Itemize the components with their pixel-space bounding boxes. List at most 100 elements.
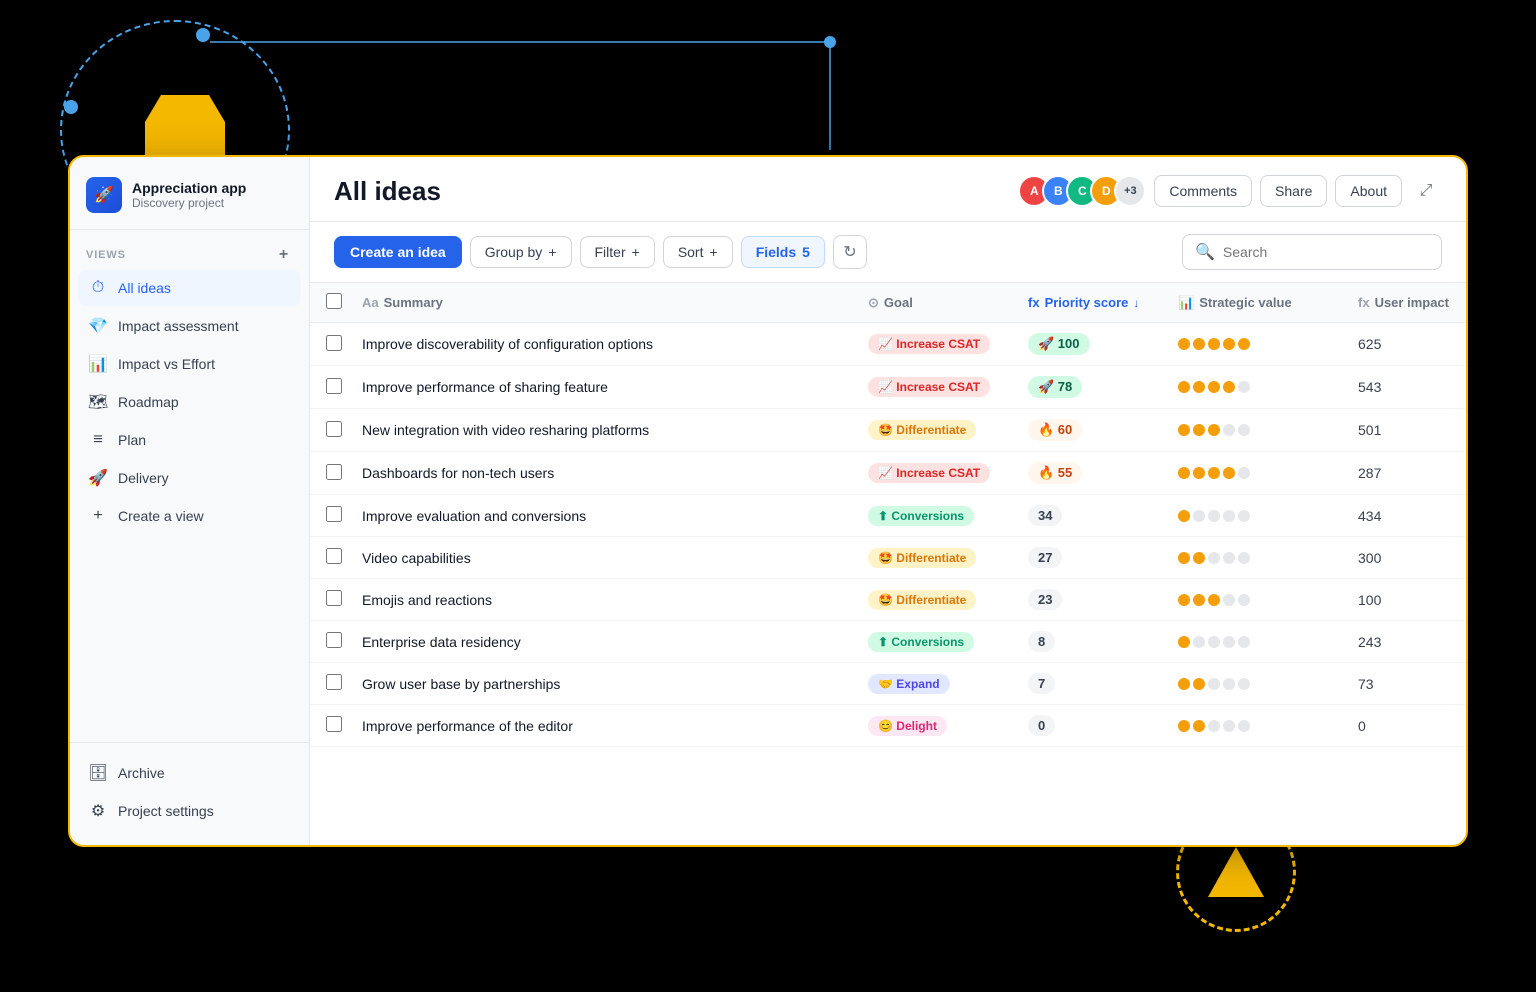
comments-button[interactable]: Comments (1154, 175, 1252, 207)
sidebar-item-delivery[interactable]: 🚀 Delivery (78, 460, 301, 496)
dot (1208, 424, 1220, 436)
dot (1208, 720, 1220, 732)
row-checkbox-6[interactable] (326, 590, 342, 606)
sidebar-label-archive: Archive (118, 765, 165, 781)
impact-effort-icon: 📊 (88, 354, 108, 374)
fields-button[interactable]: Fields 5 (741, 236, 825, 268)
summary-col-icon: Aa (362, 295, 379, 310)
row-summary-0[interactable]: Improve discoverability of configuration… (350, 323, 856, 366)
priority-badge: 🚀 78 (1028, 376, 1082, 398)
expand-button[interactable]: ⤢ (1410, 175, 1442, 207)
row-summary-7[interactable]: Enterprise data residency (350, 621, 856, 663)
row-summary-1[interactable]: Improve performance of sharing feature (350, 366, 856, 409)
create-idea-button[interactable]: Create an idea (334, 236, 462, 268)
dot (1223, 510, 1235, 522)
impact-col-icon: fx (1358, 295, 1370, 310)
row-priority-7: 8 (1016, 621, 1166, 663)
add-view-button[interactable]: + (275, 246, 293, 264)
page-title: All ideas (334, 176, 441, 207)
row-summary-8[interactable]: Grow user base by partnerships (350, 663, 856, 705)
col-impact-header[interactable]: fx User impact (1346, 283, 1466, 323)
sidebar-item-impact-assessment[interactable]: 💎 Impact assessment (78, 308, 301, 344)
sort-indicator: ↓ (1133, 296, 1139, 310)
col-priority-header[interactable]: fx Priority score ↓ (1016, 283, 1166, 323)
sidebar-bottom: 🗄 Archive ⚙ Project settings (70, 742, 309, 845)
sidebar-item-all-ideas[interactable]: ⏱ All ideas (78, 270, 301, 306)
main-header: All ideas A B C D +3 Comments Share Abou… (310, 157, 1466, 222)
row-checkbox-9[interactable] (326, 716, 342, 732)
dot (1178, 552, 1190, 564)
goal-badge: 🤩 Differentiate (868, 548, 976, 568)
row-goal-3: 📈 Increase CSAT (856, 452, 1016, 495)
avatar-count: +3 (1114, 175, 1146, 207)
dot (1208, 552, 1220, 564)
row-goal-2: 🤩 Differentiate (856, 409, 1016, 452)
row-summary-3[interactable]: Dashboards for non-tech users (350, 452, 856, 495)
dot (1178, 636, 1190, 648)
row-summary-4[interactable]: Improve evaluation and conversions (350, 495, 856, 537)
col-strategic-header[interactable]: 📊 Strategic value (1166, 283, 1346, 323)
filter-button[interactable]: Filter + (580, 236, 655, 268)
sidebar: 🚀 Appreciation app Discovery project VIE… (70, 157, 310, 845)
row-priority-0: 🚀 100 (1016, 323, 1166, 366)
dot (1208, 467, 1220, 479)
row-strategic-4 (1166, 495, 1346, 537)
row-checkbox-1[interactable] (326, 378, 342, 394)
col-goal-header[interactable]: ⊙ Goal (856, 283, 1016, 323)
sort-button[interactable]: Sort + (663, 236, 733, 268)
row-checkbox-5[interactable] (326, 548, 342, 564)
header-actions: A B C D +3 Comments Share About ⤢ (1018, 175, 1442, 207)
deco-dot-tl2 (64, 100, 78, 114)
strategic-dots (1178, 636, 1334, 648)
connector-top (210, 42, 870, 152)
row-summary-5[interactable]: Video capabilities (350, 537, 856, 579)
row-summary-9[interactable]: Improve performance of the editor (350, 705, 856, 747)
row-checkbox-4[interactable] (326, 506, 342, 522)
row-checkbox-0[interactable] (326, 335, 342, 351)
sidebar-item-project-settings[interactable]: ⚙ Project settings (78, 793, 301, 829)
group-by-button[interactable]: Group by + (470, 236, 572, 268)
app-name: Appreciation app (132, 180, 246, 196)
about-button[interactable]: About (1335, 175, 1402, 207)
dot (1223, 594, 1235, 606)
strategic-col-icon: 📊 (1178, 295, 1194, 311)
col-summary-header[interactable]: Aa Summary (350, 283, 856, 323)
sidebar-item-impact-effort[interactable]: 📊 Impact vs Effort (78, 346, 301, 382)
priority-badge: 🚀 100 (1028, 333, 1090, 355)
sidebar-label-create-view: Create a view (118, 508, 204, 524)
table-row: New integration with video resharing pla… (310, 409, 1466, 452)
row-priority-4: 34 (1016, 495, 1166, 537)
row-checkbox-7[interactable] (326, 632, 342, 648)
row-goal-4: ⬆ Conversions (856, 495, 1016, 537)
dot (1193, 720, 1205, 732)
select-all-checkbox[interactable] (326, 293, 342, 309)
row-impact-2: 501 (1346, 409, 1466, 452)
share-button[interactable]: Share (1260, 175, 1327, 207)
dot (1238, 467, 1250, 479)
sidebar-item-plan[interactable]: ≡ Plan (78, 422, 301, 458)
row-priority-5: 27 (1016, 537, 1166, 579)
app-window: 🚀 Appreciation app Discovery project VIE… (68, 155, 1468, 847)
row-checkbox-3[interactable] (326, 464, 342, 480)
sidebar-item-archive[interactable]: 🗄 Archive (78, 755, 301, 791)
app-info: Appreciation app Discovery project (132, 180, 246, 210)
goal-badge: 📈 Increase CSAT (868, 334, 990, 354)
refresh-button[interactable]: ↻ (833, 235, 867, 269)
sidebar-item-create-view[interactable]: + Create a view (78, 498, 301, 534)
dot (1208, 636, 1220, 648)
row-strategic-8 (1166, 663, 1346, 705)
row-checkbox-2[interactable] (326, 421, 342, 437)
row-summary-6[interactable]: Emojis and reactions (350, 579, 856, 621)
row-priority-9: 0 (1016, 705, 1166, 747)
app-logo: 🚀 (86, 177, 122, 213)
row-summary-2[interactable]: New integration with video resharing pla… (350, 409, 856, 452)
row-checkbox-8[interactable] (326, 674, 342, 690)
search-input[interactable] (1223, 244, 1429, 260)
deco-dot-tl (196, 28, 210, 42)
sidebar-item-roadmap[interactable]: 🗺 Roadmap (78, 384, 301, 420)
search-box: 🔍 (1182, 234, 1442, 270)
row-strategic-7 (1166, 621, 1346, 663)
strategic-dots (1178, 678, 1334, 690)
row-priority-1: 🚀 78 (1016, 366, 1166, 409)
row-strategic-6 (1166, 579, 1346, 621)
